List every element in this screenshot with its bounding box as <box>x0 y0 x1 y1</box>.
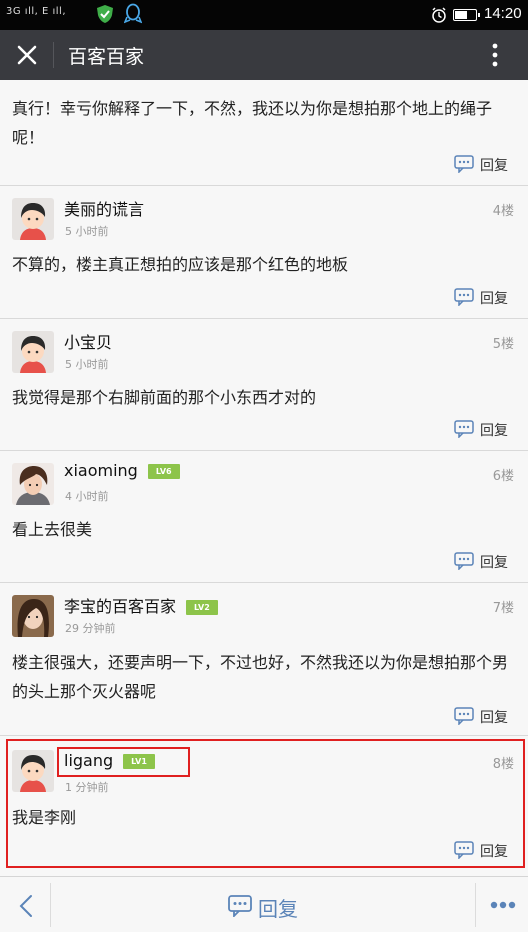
level-badge: LV2 <box>186 600 218 615</box>
reply-button[interactable]: 回复 <box>454 705 514 727</box>
avatar[interactable] <box>12 750 54 792</box>
user-name[interactable]: 小宝贝 <box>64 329 112 353</box>
bottom-divider <box>50 883 51 927</box>
comment-icon <box>454 707 474 725</box>
user-name-text: 小宝贝 <box>64 333 113 352</box>
level-badge: LV1 <box>123 754 155 769</box>
user-name[interactable]: xiaoming LV6 <box>64 461 180 480</box>
post-time: 29 分钟前 <box>65 622 116 635</box>
floor-number: 7楼 <box>492 601 514 616</box>
comment-text: 楼主很强大，还要声明一下，不过也好，不然我还以为你是想拍那个男的头上那个灭火器呢 <box>12 653 509 701</box>
list-item: 美丽的谎言 5 小时前 4楼 不算的，楼主真正想拍的应该是那个红色的地板 回复 <box>0 186 528 319</box>
level-badge: LV6 <box>147 464 180 479</box>
title-bar: 百客百家 <box>0 30 528 80</box>
floor-number: 5楼 <box>492 337 514 352</box>
chevron-left-icon[interactable] <box>12 891 42 921</box>
reply-button[interactable]: 回复 <box>454 839 514 861</box>
status-bar: 3G ıll, E ıll, 14:20 <box>0 0 528 30</box>
avatar[interactable] <box>12 198 54 240</box>
reply-label: 回复 <box>480 555 508 571</box>
reply-label: 回复 <box>480 158 508 174</box>
shield-icon <box>97 5 113 23</box>
user-name[interactable]: 美丽的谎言 <box>64 196 144 220</box>
list-item: 李宝的百客百家 LV2 29 分钟前 7楼 楼主很强大，还要声明一下，不过也好，不… <box>0 583 528 736</box>
post-time: 5 小时前 <box>65 358 109 371</box>
bottom-bar: 回复 <box>0 876 528 932</box>
user-name[interactable]: ligang LV1 <box>64 751 155 770</box>
qq-icon <box>124 3 142 24</box>
comment-icon <box>454 288 474 306</box>
reply-button[interactable]: 回复 <box>454 418 514 440</box>
signal-indicator: 3G ıll, E ıll, <box>6 6 66 17</box>
comment-icon <box>454 552 474 570</box>
avatar[interactable] <box>12 595 54 637</box>
reply-label: 回复 <box>480 710 508 726</box>
user-name-text: ligang <box>64 751 114 770</box>
user-name[interactable]: 李宝的百客百家 LV2 <box>64 593 218 617</box>
list-item: 小宝贝 5 小时前 5楼 我觉得是那个右脚前面的那个小东西才对的 回复 <box>0 319 528 451</box>
reply-main-label: 回复 <box>258 897 298 921</box>
comment-list[interactable]: 真行！幸亏你解释了一下，不然，我还以为你是想拍那个地上的绳子呢！ 回复 美丽的谎… <box>0 80 528 876</box>
title-divider <box>53 42 54 68</box>
comment-icon <box>228 895 252 917</box>
alarm-icon <box>432 7 446 23</box>
comment-text: 不算的，楼主真正想拍的应该是那个红色的地板 <box>12 255 349 274</box>
comment-icon <box>454 155 474 173</box>
floor-number: 8楼 <box>492 757 514 772</box>
comment-icon <box>454 420 474 438</box>
comment-text: 看上去很美 <box>12 520 93 539</box>
post-time: 5 小时前 <box>65 225 109 238</box>
floor-number: 4楼 <box>492 204 514 219</box>
floor-number: 6楼 <box>492 469 514 484</box>
user-name-text: 美丽的谎言 <box>64 200 145 219</box>
reply-button[interactable]: 回复 <box>454 286 514 308</box>
comment-text: 真行！幸亏你解释了一下，不然，我还以为你是想拍那个地上的绳子呢！ <box>12 99 493 147</box>
post-time: 4 小时前 <box>65 490 109 503</box>
battery-icon <box>453 9 480 21</box>
reply-label: 回复 <box>480 844 508 860</box>
comment-text: 我是李刚 <box>12 808 77 827</box>
reply-button[interactable]: 回复 <box>454 153 514 175</box>
more-horizontal-icon[interactable] <box>488 893 518 917</box>
reply-main-button[interactable]: 回复 <box>228 891 308 921</box>
post-time: 1 分钟前 <box>65 781 109 794</box>
list-item: 真行！幸亏你解释了一下，不然，我还以为你是想拍那个地上的绳子呢！ 回复 <box>0 80 528 186</box>
reply-label: 回复 <box>480 291 508 307</box>
avatar[interactable] <box>12 331 54 373</box>
status-time: 14:20 <box>484 5 522 22</box>
close-icon[interactable] <box>10 39 44 71</box>
reply-button[interactable]: 回复 <box>454 550 514 572</box>
reply-label: 回复 <box>480 423 508 439</box>
avatar[interactable] <box>12 463 54 505</box>
page-title: 百客百家 <box>68 46 145 68</box>
list-item: ligang LV1 1 分钟前 8楼 我是李刚 回复 <box>0 736 528 876</box>
list-item: xiaoming LV6 4 小时前 6楼 看上去很美 回复 <box>0 451 528 583</box>
user-name-text: 李宝的百客百家 <box>64 597 177 616</box>
comment-icon <box>454 841 474 859</box>
more-vertical-icon[interactable] <box>480 40 510 70</box>
bottom-divider <box>475 883 476 927</box>
user-name-text: xiaoming <box>64 461 138 480</box>
comment-text: 我觉得是那个右脚前面的那个小东西才对的 <box>12 388 317 407</box>
